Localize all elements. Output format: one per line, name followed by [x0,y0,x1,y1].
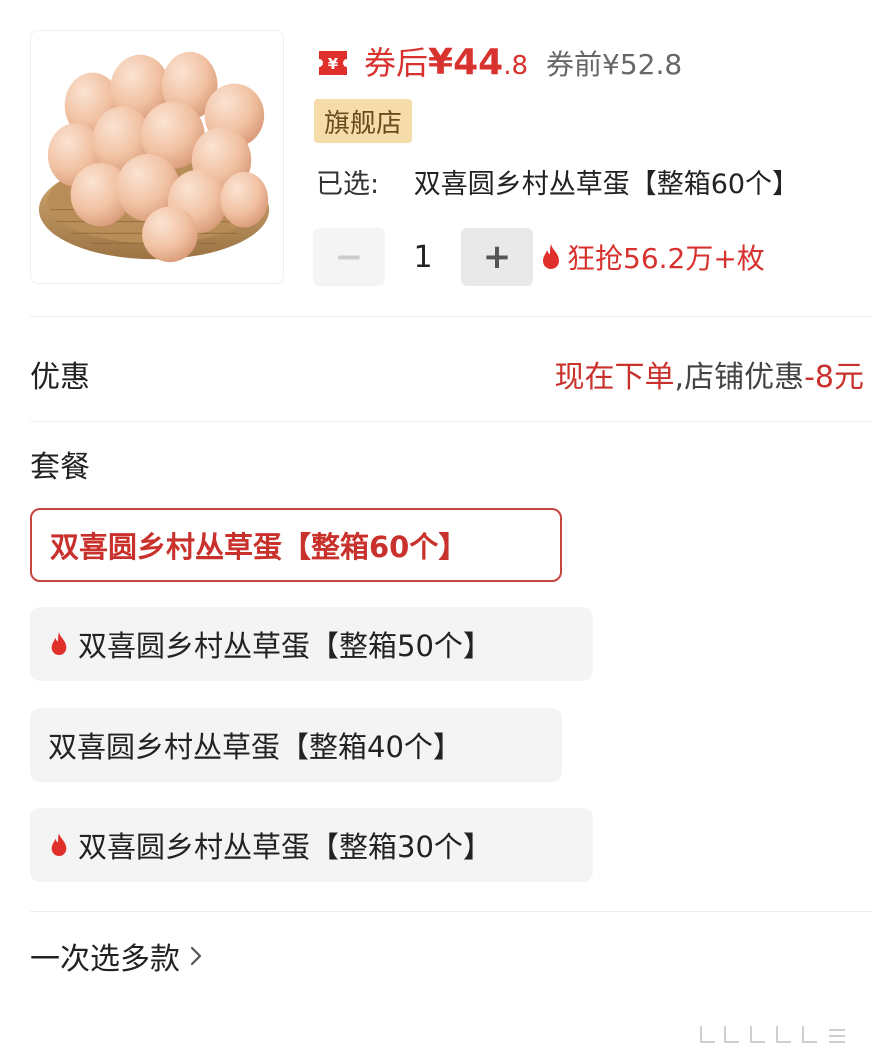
product-sku-panel: ¥ 券后 ¥ 44 .8 券前¥52.8 旗舰店 已选: 双喜圆乡村丛草蛋【整箱… [0,0,872,1064]
selected-label: 已选: [316,169,380,200]
package-section-label: 套餐 [30,450,90,485]
watermark-mark [695,1022,855,1046]
package-option-40[interactable]: 双喜圆乡村丛草蛋【整箱40个】 [30,708,562,782]
divider [30,316,872,317]
decrease-quantity-button[interactable]: − [313,228,385,286]
price-after-int: 44 [453,42,504,83]
multi-select-label: 一次选多款 [30,942,180,977]
promo-value[interactable]: 现在下单,店铺优惠-8元 [555,352,864,396]
selected-sku-row: 已选: 双喜圆乡村丛草蛋【整箱60个】 [316,162,799,201]
flagship-store-badge: 旗舰店 [314,99,413,143]
selected-value: 双喜圆乡村丛草蛋【整箱60个】 [413,169,800,200]
price-row: ¥ 券后 ¥ 44 .8 券前¥52.8 [316,38,682,84]
promo-store-discount: ,店铺优惠 [674,360,805,395]
quantity-value[interactable]: 1 [385,240,461,275]
promo-amount: -8元 [804,360,864,395]
chevron-right-icon [188,944,204,968]
promo-label: 优惠 [30,360,90,395]
package-option-label: 双喜圆乡村丛草蛋【整箱40个】 [48,730,462,764]
package-option-label: 双喜圆乡村丛草蛋【整箱30个】 [78,830,492,864]
package-option-60[interactable]: 双喜圆乡村丛草蛋【整箱60个】 [30,508,562,582]
package-option-label: 双喜圆乡村丛草蛋【整箱60个】 [50,530,468,564]
multi-select-link[interactable]: 一次选多款 [30,934,204,978]
product-image[interactable] [30,30,284,284]
package-option-30[interactable]: 双喜圆乡村丛草蛋【整箱30个】 [30,808,593,882]
price-before: 券前¥52.8 [546,48,683,81]
increase-quantity-button[interactable]: + [461,228,533,286]
coupon-yen-icon: ¥ [316,48,350,78]
price-after-label: 券后 [364,44,429,82]
price-after-dec: .8 [503,51,528,81]
package-option-50[interactable]: 双喜圆乡村丛草蛋【整箱50个】 [30,607,593,681]
svg-text:¥: ¥ [328,55,339,73]
hot-sales-indicator: 狂抢56.2万+枚 [539,237,765,277]
package-option-label: 双喜圆乡村丛草蛋【整箱50个】 [78,629,492,663]
price-currency: ¥ [428,42,454,83]
quantity-stepper: − 1 + 狂抢56.2万+枚 [313,228,765,286]
flame-icon [48,631,70,657]
egg-basket-image [31,31,283,283]
flame-icon [539,243,563,271]
hot-sales-text: 狂抢56.2万+枚 [567,242,765,275]
promo-order-now: 现在下单 [554,360,675,395]
flame-icon [48,832,70,858]
divider [30,421,872,422]
divider [30,911,872,912]
